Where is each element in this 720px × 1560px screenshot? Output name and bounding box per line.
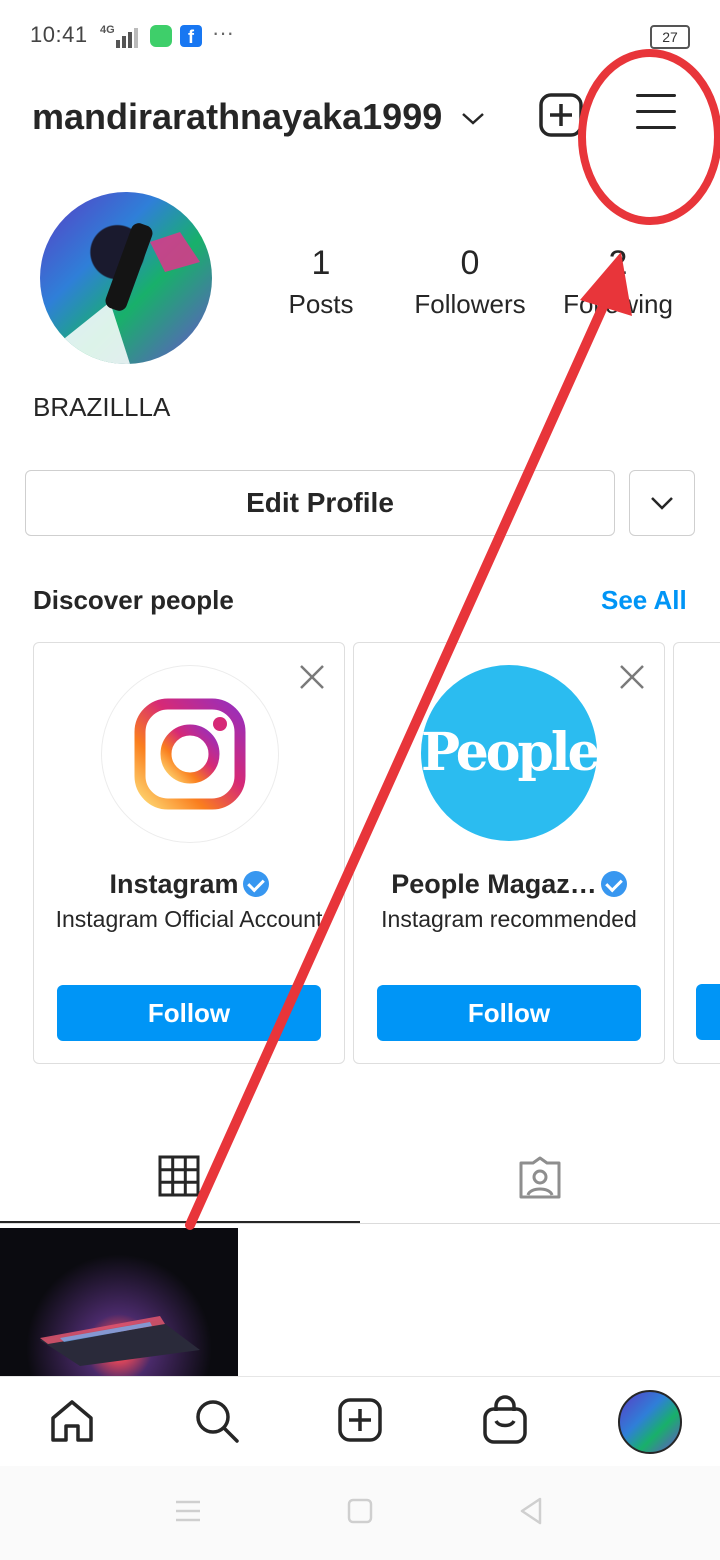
post-thumbnail[interactable] xyxy=(0,1228,238,1378)
messaging-app-icon xyxy=(150,25,172,47)
signal-icon xyxy=(116,28,138,48)
home-button-icon[interactable] xyxy=(347,1498,373,1524)
following-label: Following xyxy=(563,289,673,319)
follow-button[interactable]: Follow xyxy=(57,985,321,1041)
following-count: 2 xyxy=(608,244,628,282)
follow-button[interactable]: Follow xyxy=(377,985,641,1041)
back-icon[interactable] xyxy=(518,1496,544,1526)
avatar[interactable] xyxy=(40,192,212,364)
tab-divider xyxy=(0,1223,720,1224)
recent-apps-icon[interactable] xyxy=(174,1498,202,1524)
home-icon[interactable] xyxy=(49,1398,95,1444)
suggestion-subtitle: Instagram recommended xyxy=(381,906,637,932)
plus-square-icon[interactable] xyxy=(538,92,584,138)
menu-icon[interactable] xyxy=(632,90,680,132)
posts-count: 1 xyxy=(311,244,331,282)
edit-profile-button[interactable]: Edit Profile xyxy=(25,470,615,536)
display-name: BRAZILLLA xyxy=(33,392,171,422)
suggestion-name[interactable]: Instagram xyxy=(34,869,344,900)
suggestion-name[interactable]: People Magaz… xyxy=(354,869,664,900)
suggestions-toggle-button[interactable] xyxy=(629,470,695,536)
avatar-art-icon xyxy=(60,223,200,364)
shop-icon[interactable] xyxy=(482,1395,528,1445)
more-notifications-icon: ··· xyxy=(212,20,234,45)
chevron-down-icon[interactable] xyxy=(460,108,486,128)
suggestion-subtitle: Instagram Official Account xyxy=(55,906,323,932)
following-stat[interactable]: 2 Following xyxy=(538,244,698,320)
tagged-icon[interactable] xyxy=(517,1155,563,1201)
followers-label: Followers xyxy=(414,289,526,319)
instagram-logo[interactable] xyxy=(101,665,279,843)
facebook-icon: f xyxy=(180,25,202,47)
verified-badge-icon xyxy=(242,870,269,897)
network-indicator: 4G xyxy=(100,24,115,36)
close-icon[interactable] xyxy=(618,663,646,691)
suggestion-card: Instagram Instagram Official Account Fol… xyxy=(33,642,345,1064)
suggestion-name-text: Instagram xyxy=(109,869,239,899)
people-magazine-logo[interactable]: People xyxy=(421,665,601,841)
profile-tab-avatar[interactable] xyxy=(618,1390,682,1454)
suggestion-card: People People Magaz… Instagram recommend… xyxy=(353,642,665,1064)
posts-stat[interactable]: 1 Posts xyxy=(241,244,401,320)
suggestion-name-text: People Magaz… xyxy=(391,869,597,899)
username-switcher[interactable]: mandirarathnayaka1999 xyxy=(32,96,442,138)
battery-icon: 27 xyxy=(650,25,690,49)
see-all-link[interactable]: See All xyxy=(601,585,687,616)
search-icon[interactable] xyxy=(193,1397,241,1445)
follow-button-partial[interactable] xyxy=(696,984,720,1040)
add-post-icon[interactable] xyxy=(337,1397,383,1443)
laptop-image-icon xyxy=(40,1316,200,1366)
followers-count: 0 xyxy=(460,244,480,282)
close-icon[interactable] xyxy=(298,663,326,691)
status-time: 10:41 xyxy=(30,22,88,47)
followers-stat[interactable]: 0 Followers xyxy=(390,244,550,320)
grid-icon[interactable] xyxy=(158,1155,200,1197)
posts-label: Posts xyxy=(288,289,354,319)
chevron-down-icon xyxy=(651,497,673,510)
highlight-circle xyxy=(578,49,720,225)
discover-people-title: Discover people xyxy=(33,585,234,615)
verified-badge-icon xyxy=(600,870,627,897)
instagram-icon xyxy=(134,698,246,810)
